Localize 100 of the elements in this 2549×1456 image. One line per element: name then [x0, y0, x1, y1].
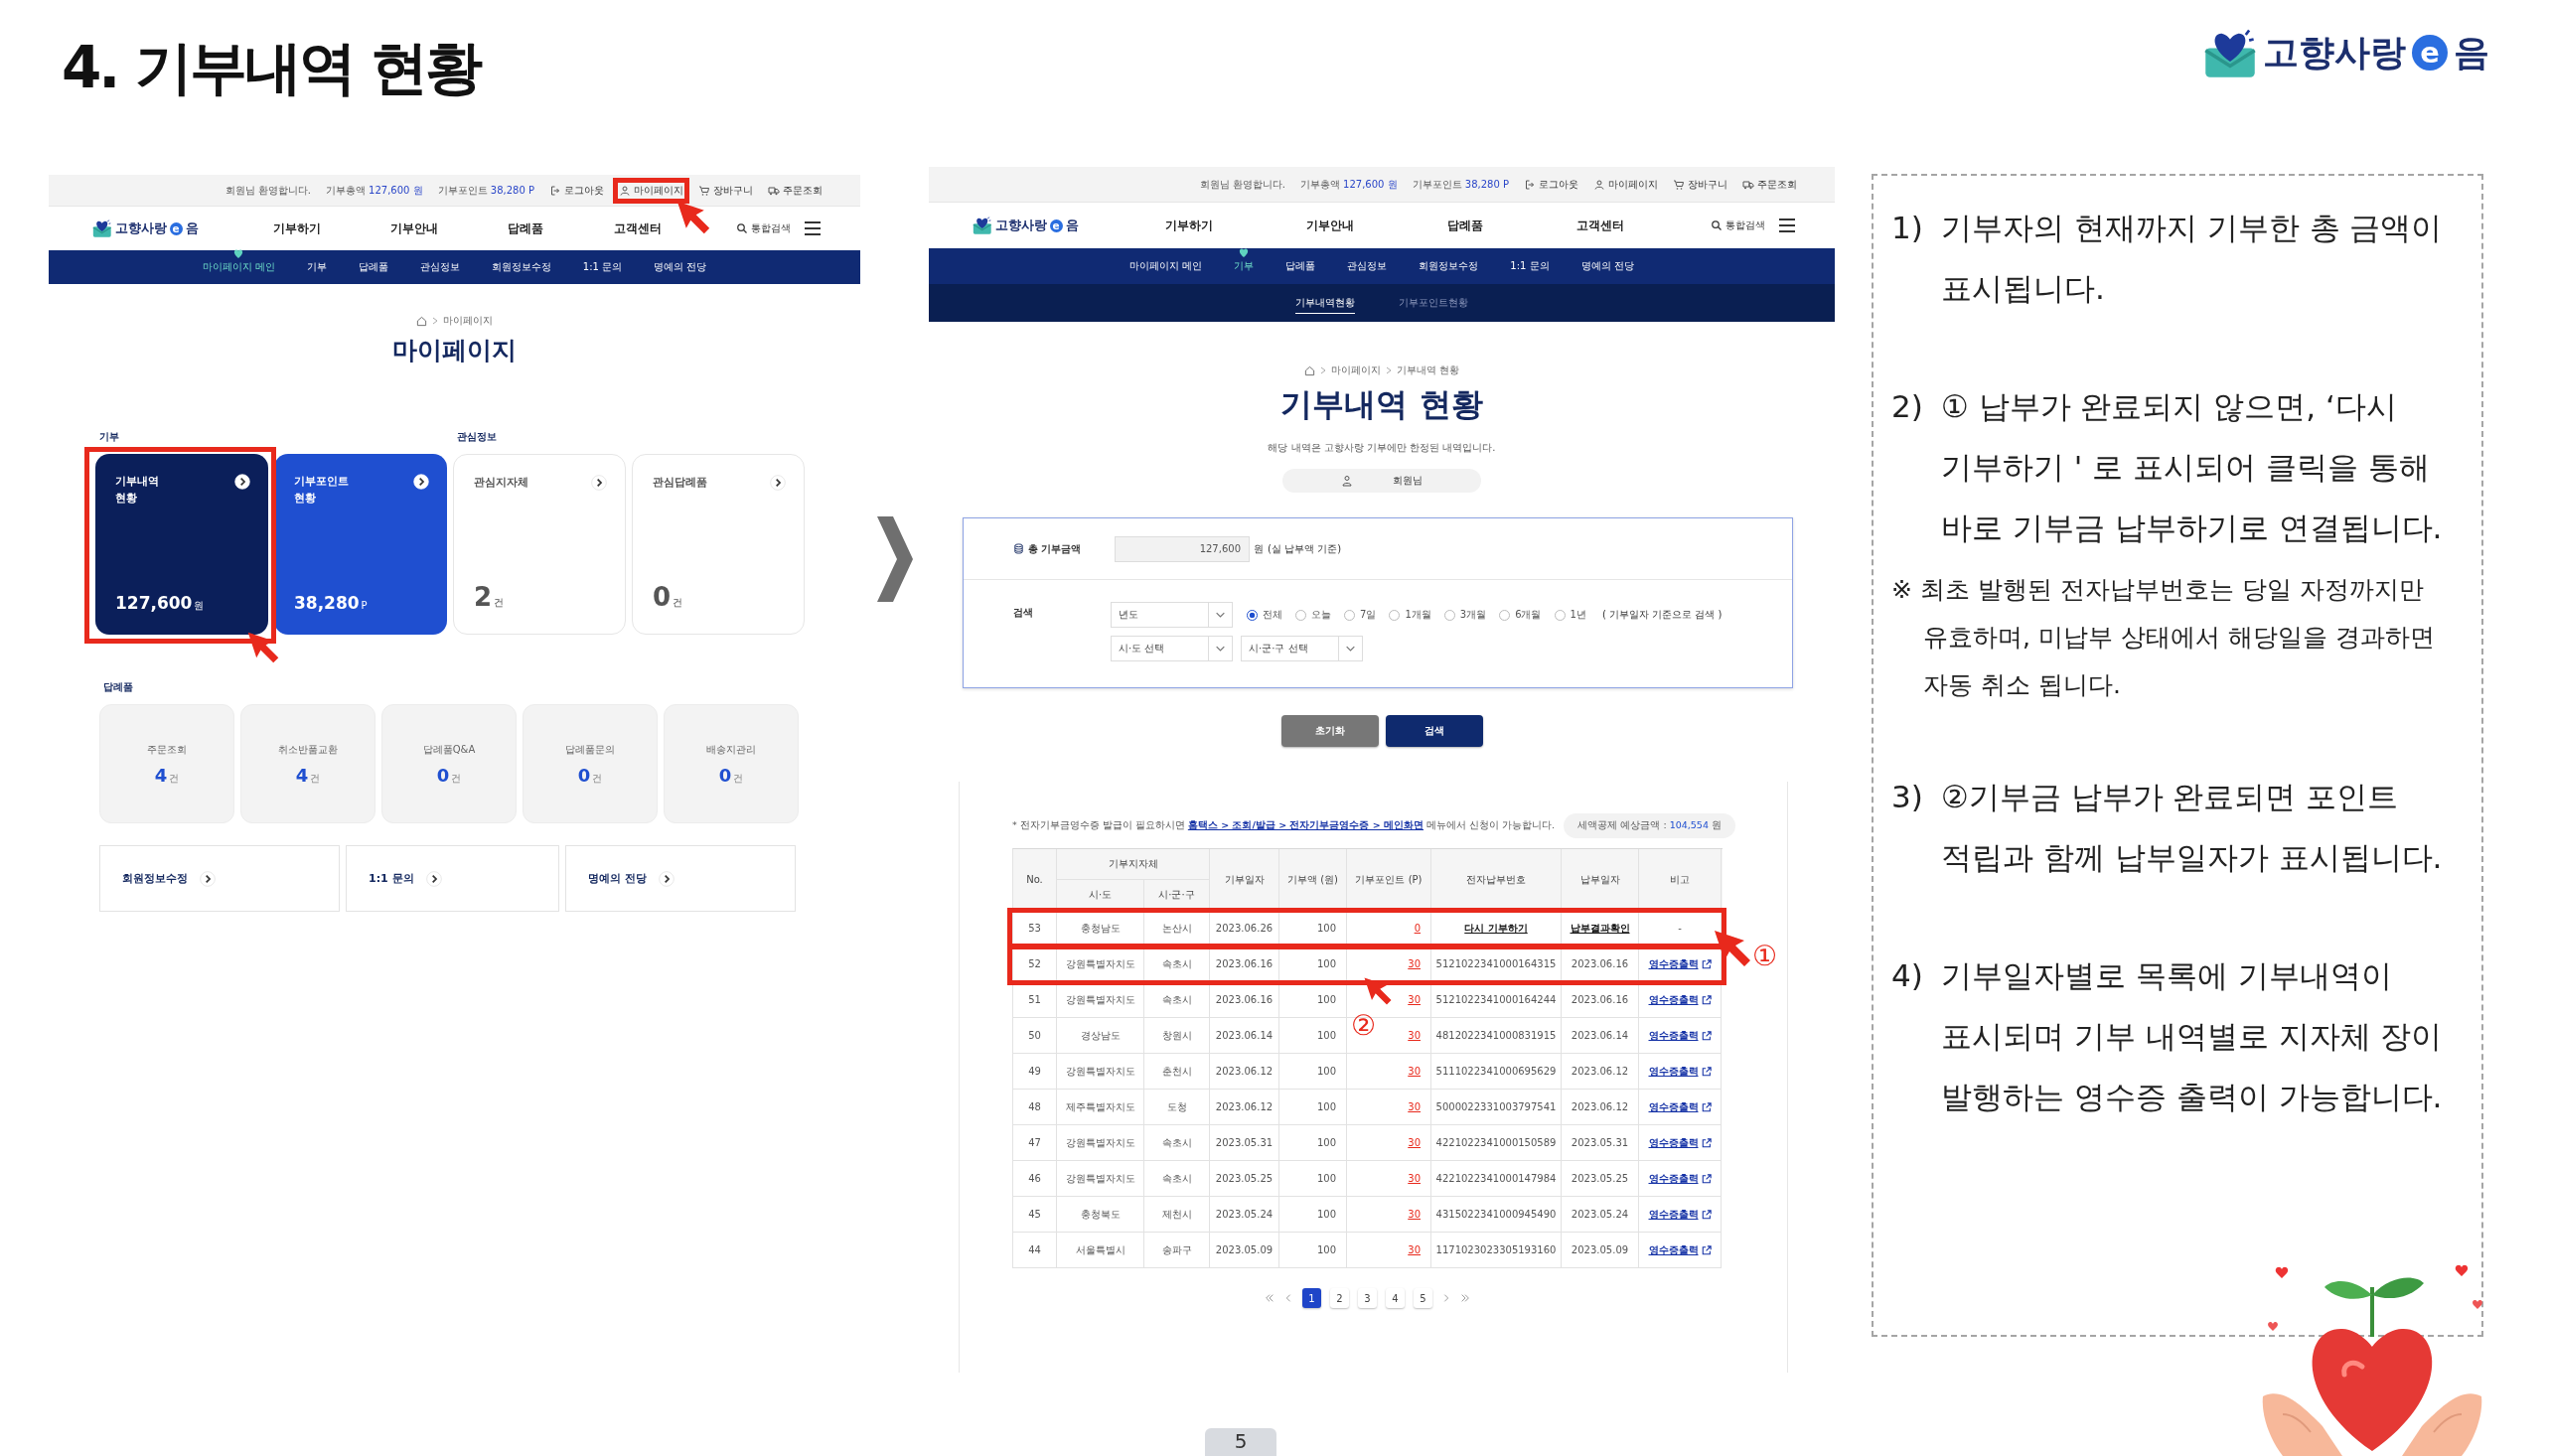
sub-menu-item[interactable]: 1:1 문의	[582, 260, 623, 274]
quick-link[interactable]: 1:1 문의	[346, 845, 559, 912]
points-link[interactable]: 30	[1408, 1173, 1421, 1184]
radio-button[interactable]	[1344, 609, 1355, 621]
double-chevron-left-icon[interactable]	[1265, 1293, 1274, 1303]
points-link[interactable]: 30	[1408, 1066, 1421, 1077]
page-button[interactable]: 5	[1414, 1288, 1432, 1308]
radio-button[interactable]	[1554, 609, 1566, 621]
menu-item[interactable]: 기부안내	[1305, 217, 1354, 234]
sub-menu-item[interactable]: 회원정보수정	[1419, 259, 1479, 273]
chevron-left-icon[interactable]	[1283, 1293, 1293, 1303]
page-button[interactable]: 3	[1358, 1288, 1377, 1308]
reset-button[interactable]: 초기화	[1280, 715, 1379, 747]
hometax-link[interactable]: 홈택스 > 조회/발급 > 전자기부금영수증 > 메인화면	[1187, 819, 1424, 830]
utility-link[interactable]: 장바구니	[698, 183, 753, 198]
summary-card[interactable]: 기부내역 현황 127,600 원	[95, 454, 268, 635]
stat-card[interactable]: 주문조회 4 건	[99, 704, 234, 823]
breadcrumb-link[interactable]: 마이페이지	[1330, 364, 1381, 377]
breadcrumb-link[interactable]: 마이페이지	[443, 314, 493, 328]
utility-link[interactable]: 마이페이지	[1593, 177, 1658, 192]
radio-button[interactable]	[1499, 609, 1511, 621]
summary-card[interactable]: 관심답례품 0 건	[632, 454, 805, 635]
sub-menu-item[interactable]: 명예의 전당	[1580, 259, 1634, 273]
points-link[interactable]: 30	[1408, 994, 1421, 1005]
search-button[interactable]: 검색	[1385, 715, 1483, 747]
menu-icon[interactable]	[1779, 218, 1795, 232]
payment-result-link[interactable]: 납부결과확인	[1570, 921, 1630, 936]
breadcrumb-link[interactable]: 기부내역 현황	[1396, 364, 1460, 377]
tab[interactable]: 기부내역현황	[1295, 292, 1355, 314]
receipt-link[interactable]: 영수증출력	[1648, 1099, 1712, 1114]
stat-card[interactable]: 답례품문의 0 건	[523, 704, 658, 823]
quick-link[interactable]: 회원정보수정	[99, 845, 340, 912]
utility-link[interactable]: 로그아웃	[549, 183, 604, 198]
menu-item[interactable]: 기부하기	[1164, 217, 1213, 234]
radio-button[interactable]	[1247, 609, 1258, 621]
points-link[interactable]: 30	[1408, 958, 1421, 969]
menu-icon[interactable]	[805, 221, 821, 235]
receipt-link[interactable]: 영수증출력	[1648, 1028, 1712, 1043]
search-link[interactable]: 통합검색	[1711, 218, 1765, 232]
chevron-right-icon[interactable]	[1441, 1293, 1451, 1303]
summary-card[interactable]: 관심지자체 2 건	[453, 454, 626, 635]
select-field[interactable]: 시·도 선택	[1111, 636, 1233, 661]
stat-value: 0 건	[436, 764, 462, 786]
menu-item[interactable]: 답례품	[1446, 217, 1483, 234]
points-link[interactable]: 30	[1408, 1101, 1421, 1112]
menu-item[interactable]: 기부하기	[272, 219, 321, 237]
sub-menu-item[interactable]: 답례품	[1285, 259, 1316, 273]
double-chevron-right-icon[interactable]	[1460, 1293, 1470, 1303]
table-cell: 춘천시	[1144, 1054, 1210, 1090]
menu-item[interactable]: 답례품	[508, 219, 544, 237]
select-field[interactable]: 년도	[1111, 602, 1233, 628]
utility-link[interactable]: 마이페이지	[619, 183, 683, 198]
sub-menu-item[interactable]: 답례품	[358, 260, 388, 274]
radio-button[interactable]	[1443, 609, 1455, 621]
table-cell: 46	[1013, 1161, 1057, 1197]
menu-item[interactable]: 고객센터	[1575, 217, 1624, 234]
radio-button[interactable]	[1389, 609, 1401, 621]
stat-card[interactable]: 답례품Q&A 0 건	[381, 704, 517, 823]
radio-button[interactable]	[1295, 609, 1306, 621]
select-field[interactable]: 시·군·구 선택	[1241, 636, 1363, 661]
sub-menu-item[interactable]: 기부	[1234, 259, 1255, 273]
receipt-link[interactable]: 영수증출력	[1648, 992, 1712, 1007]
utility-link[interactable]: 로그아웃	[1524, 177, 1578, 192]
quick-link[interactable]: 명예의 전당	[565, 845, 796, 912]
receipt-link[interactable]: 영수증출력	[1648, 1135, 1712, 1150]
menu-item[interactable]: 기부안내	[390, 219, 439, 237]
utility-link[interactable]: 주문조회	[768, 183, 823, 198]
receipt-link[interactable]: 영수증출력	[1648, 1064, 1712, 1079]
stat-card[interactable]: 배송지관리 0 건	[664, 704, 799, 823]
column-header: 비고	[1639, 849, 1722, 911]
sub-menu-item[interactable]: 마이페이지 메인	[202, 260, 275, 274]
receipt-link[interactable]: 영수증출력	[1648, 956, 1712, 971]
sub-menu-item[interactable]: 관심정보	[419, 260, 460, 274]
stat-card[interactable]: 취소반품교환 4 건	[240, 704, 375, 823]
utility-link[interactable]: 장바구니	[1673, 177, 1727, 192]
sub-menu-item[interactable]: 1:1 문의	[1510, 259, 1550, 273]
points-link[interactable]: 30	[1408, 1209, 1421, 1220]
search-link[interactable]: 통합검색	[736, 221, 791, 235]
logo-letter: e	[2412, 35, 2448, 71]
sub-menu-item[interactable]: 명예의 전당	[654, 260, 707, 274]
sub-menu-item[interactable]: 회원정보수정	[491, 260, 551, 274]
receipt-link[interactable]: 영수증출력	[1648, 1207, 1712, 1222]
page-button[interactable]: 4	[1386, 1288, 1405, 1308]
donate-again-link[interactable]: 다시 기부하기	[1464, 921, 1528, 936]
receipt-link[interactable]: 영수증출력	[1648, 1242, 1712, 1257]
points-link[interactable]: 30	[1408, 1137, 1421, 1148]
points-link[interactable]: 30	[1408, 1244, 1421, 1255]
points-link[interactable]: 0	[1414, 923, 1421, 934]
table-cell: 48	[1013, 1090, 1057, 1125]
menu-item[interactable]: 고객센터	[613, 219, 662, 237]
sub-menu-item[interactable]: 기부	[306, 260, 327, 274]
utility-link[interactable]: 주문조회	[1742, 177, 1797, 192]
receipt-link[interactable]: 영수증출력	[1648, 1171, 1712, 1186]
points-link[interactable]: 30	[1408, 1030, 1421, 1041]
sub-menu-item[interactable]: 마이페이지 메인	[1129, 259, 1203, 273]
page-button[interactable]: 1	[1302, 1288, 1321, 1308]
sub-menu-item[interactable]: 관심정보	[1347, 259, 1388, 273]
summary-card[interactable]: 기부포인트 현황 38,280 P	[274, 454, 447, 635]
tab[interactable]: 기부포인트현황	[1399, 292, 1468, 314]
page-button[interactable]: 2	[1330, 1288, 1349, 1308]
